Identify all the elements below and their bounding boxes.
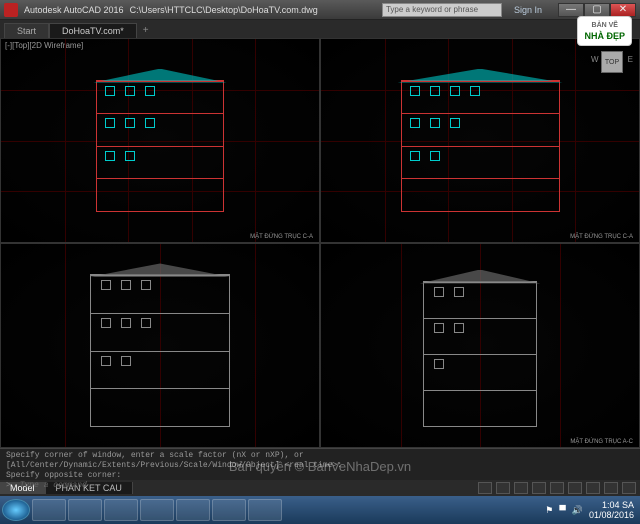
viewcube-east[interactable]: E [628, 55, 633, 64]
start-orb-icon[interactable] [2, 499, 30, 521]
tab-start[interactable]: Start [4, 23, 49, 38]
viewport-grid: [-][Top][2D Wireframe] MẶT ĐỨNG TRỤC C-A… [0, 38, 640, 448]
command-prompt-icon: >_ [6, 481, 16, 491]
taskbar-item-browser[interactable] [68, 499, 102, 521]
drawing-caption: MẶT ĐỨNG TRỤC C-A [570, 234, 633, 240]
windows-taskbar: ⚑ ▀ 🔊 1:04 SA 01/08/2016 [0, 496, 640, 524]
autocad-logo-icon [4, 3, 18, 17]
tray-flag-icon[interactable]: ⚑ [545, 505, 553, 516]
tab-drawing[interactable]: DoHoaTV.com* [49, 23, 137, 38]
taskbar-item-folder[interactable] [176, 499, 210, 521]
window-controls: — ▢ ✕ [558, 3, 636, 17]
drawing-caption: MẶT ĐỨNG TRỤC C-A [250, 234, 313, 240]
title-bar: Autodesk AutoCAD 2016 C:\Users\HTTCLC\De… [0, 0, 640, 20]
file-tab-bar: Start DoHoaTV.com* + [0, 20, 640, 38]
clock-time[interactable]: 1:04 SA [589, 500, 634, 510]
command-input[interactable]: Type a command [20, 481, 87, 491]
viewcube-top-face[interactable]: TOP [602, 52, 622, 72]
file-path: C:\Users\HTTCLC\Desktop\DoHoaTV.com.dwg [130, 5, 318, 15]
maximize-button[interactable]: ▢ [584, 3, 610, 17]
brand-logo-overlay: BẢN VẼ NHÀ ĐẸP [577, 16, 632, 46]
drawing-caption: MẶT ĐỨNG TRỤC A-C [570, 439, 633, 445]
viewcube-west[interactable]: W [591, 55, 599, 64]
taskbar-item-media[interactable] [104, 499, 138, 521]
viewport-bottom-left[interactable] [0, 243, 320, 448]
system-tray[interactable]: ⚑ ▀ 🔊 1:04 SA 01/08/2016 [545, 500, 638, 520]
minimize-button[interactable]: — [558, 3, 584, 17]
command-history-line: [All/Center/Dynamic/Extents/Previous/Sca… [6, 461, 634, 471]
command-history-line: Specify opposite corner: [6, 471, 634, 481]
viewport-top-left[interactable]: [-][Top][2D Wireframe] MẶT ĐỨNG TRỤC C-A [0, 38, 320, 243]
taskbar-item-app[interactable] [212, 499, 246, 521]
tray-volume-icon[interactable]: 🔊 [572, 505, 583, 516]
taskbar-item-app[interactable] [248, 499, 282, 521]
help-search-input[interactable]: Type a keyword or phrase [382, 3, 502, 17]
viewport-top-right[interactable]: W TOP E MẶT ĐỨNG TRỤC C-A [320, 38, 640, 243]
taskbar-item-explorer[interactable] [32, 499, 66, 521]
command-line-panel[interactable]: Specify corner of window, enter a scale … [0, 448, 640, 480]
new-tab-button[interactable]: + [137, 23, 155, 38]
app-name: Autodesk AutoCAD 2016 [24, 5, 124, 15]
close-button[interactable]: ✕ [610, 3, 636, 17]
command-history-line: Specify corner of window, enter a scale … [6, 451, 634, 461]
view-cube[interactable]: W TOP E [595, 45, 629, 79]
viewport-bottom-right[interactable]: MẶT ĐỨNG TRỤC A-C [320, 243, 640, 448]
taskbar-item-autocad[interactable] [140, 499, 174, 521]
sign-in-link[interactable]: Sign In [508, 5, 548, 15]
viewport-label[interactable]: [-][Top][2D Wireframe] [5, 41, 83, 50]
tray-network-icon[interactable]: ▀ [559, 505, 565, 515]
